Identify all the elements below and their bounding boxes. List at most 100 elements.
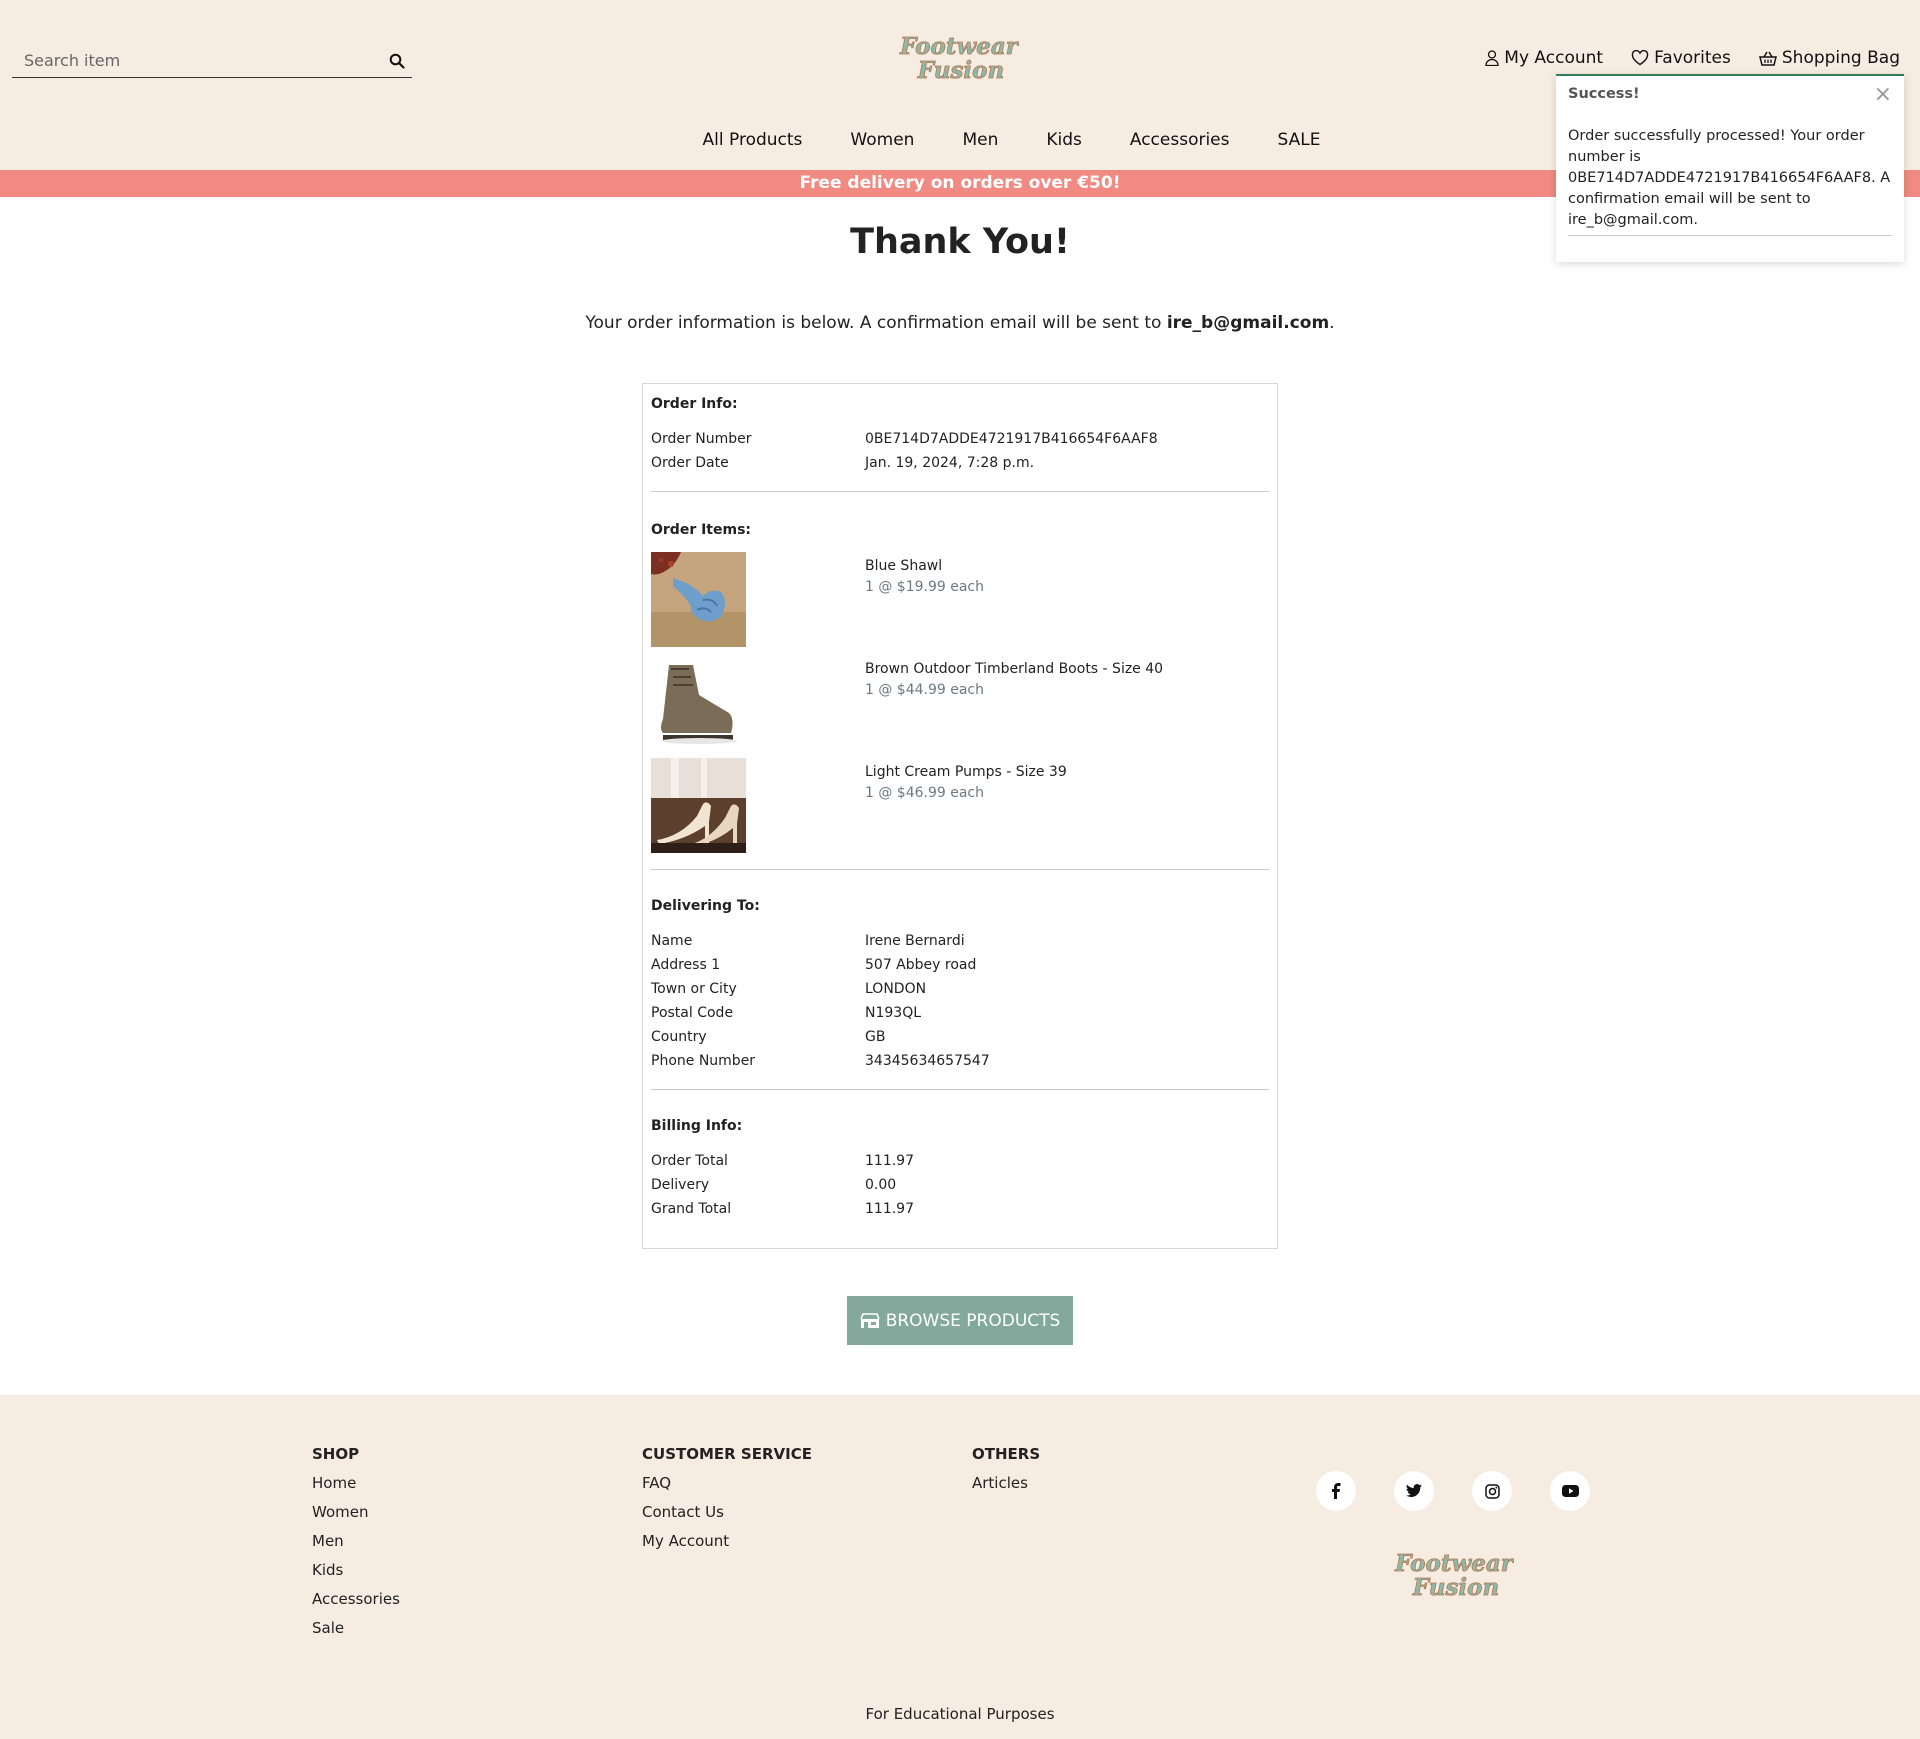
nav-men[interactable]: Men [962, 130, 998, 150]
intro-email: ire_b@gmail.com [1166, 313, 1330, 333]
info-key: Order Date [651, 455, 729, 471]
twitter-icon [1406, 1484, 1422, 1497]
svg-text:Footwear: Footwear [899, 33, 1019, 60]
divider [651, 491, 1269, 492]
footer-link-sale[interactable]: Sale [312, 1619, 400, 1648]
delivery-row: Country GB [651, 1025, 1269, 1049]
footer-link-articles[interactable]: Articles [972, 1474, 1040, 1503]
footer-link-my-account[interactable]: My Account [642, 1532, 812, 1561]
delivery-value: LONDON [865, 981, 927, 997]
divider [651, 1089, 1269, 1090]
footer-logo[interactable]: Footwear Fusion [1394, 1547, 1516, 1602]
product-image-blue-shawl [651, 552, 746, 647]
favorites-label: Favorites [1654, 48, 1731, 68]
billing-value: 111.97 [865, 1153, 914, 1169]
footer-link-women[interactable]: Women [312, 1503, 400, 1532]
delivery-value: 34345634657547 [865, 1053, 990, 1069]
youtube-link[interactable] [1550, 1471, 1590, 1511]
delivery-value: 507 Abbey road [865, 957, 977, 973]
footer-shop-column: SHOP Home Women Men Kids Accessories Sal… [312, 1445, 400, 1648]
billing-key: Grand Total [651, 1201, 732, 1217]
delivery-row: Postal Code N193QL [651, 1001, 1269, 1025]
order-items-title: Order Items: [651, 522, 752, 538]
footer-customer-service-column: CUSTOMER SERVICE FAQ Contact Us My Accou… [642, 1445, 812, 1561]
info-value: Jan. 19, 2024, 7:28 p.m. [865, 455, 1035, 471]
intro-prefix: Your order information is below. A confi… [585, 313, 1167, 333]
footer-link-faq[interactable]: FAQ [642, 1474, 812, 1503]
delivery-key: Postal Code [651, 1005, 734, 1021]
delivery-key: Country [651, 1029, 707, 1045]
search-button[interactable] [382, 46, 412, 76]
product-image-timberland-boots [651, 655, 746, 750]
footer-link-contact-us[interactable]: Contact Us [642, 1503, 812, 1532]
footer-heading: SHOP [312, 1445, 360, 1463]
footer-link-home[interactable]: Home [312, 1474, 400, 1503]
shopping-bag-label: Shopping Bag [1781, 48, 1900, 68]
delivery-key: Address 1 [651, 957, 721, 973]
nav-kids[interactable]: Kids [1046, 130, 1082, 150]
footer-heading: CUSTOMER SERVICE [642, 1445, 812, 1463]
info-value: 0BE714D7ADDE4721917B416654F6AAF8 [865, 431, 1158, 447]
basket-icon [1758, 51, 1777, 66]
toast-divider [1568, 235, 1892, 236]
product-image-cream-pumps [651, 758, 746, 853]
item-price: 1 @ $44.99 each [865, 682, 985, 698]
delivery-row: Phone Number 34345634657547 [651, 1049, 1269, 1073]
delivery-value: GB [865, 1029, 886, 1045]
browse-products-button[interactable]: BROWSE PRODUCTS [847, 1296, 1073, 1345]
billing-value: 0.00 [865, 1177, 897, 1193]
svg-text:Fusion: Fusion [1412, 1574, 1499, 1601]
order-info-title: Order Info: [651, 396, 738, 412]
billing-info-title: Billing Info: [651, 1118, 743, 1134]
close-icon[interactable]: × [1874, 84, 1892, 106]
delivery-key: Name [651, 933, 693, 949]
nav-accessories[interactable]: Accessories [1130, 130, 1230, 150]
checkout-success: Thank You! Your order information is bel… [0, 197, 1920, 1395]
item-name: Brown Outdoor Timberland Boots - Size 40 [865, 661, 1164, 677]
intro-suffix: . [1329, 313, 1335, 333]
success-toast: Success! × Order successfully processed!… [1556, 74, 1904, 262]
delivery-key: Phone Number [651, 1053, 756, 1069]
footer-link-men[interactable]: Men [312, 1532, 400, 1561]
billing-row: Delivery 0.00 [651, 1173, 1269, 1197]
facebook-icon [1332, 1483, 1341, 1499]
toast-message: Order successfully processed! Your order… [1568, 128, 1891, 228]
order-summary: Order Info: Order Number 0BE714D7ADDE4721… [642, 383, 1278, 1249]
account-nav: My Account Favorites Shopping Bag [1485, 48, 1900, 68]
item-name: Light Cream Pumps - Size 39 [865, 764, 1067, 780]
order-item: Blue Shawl 1 @ $19.99 each [651, 552, 1269, 655]
footer-others-column: OTHERS Articles [972, 1445, 1040, 1503]
my-account-link[interactable]: My Account [1485, 48, 1603, 68]
twitter-link[interactable] [1394, 1471, 1434, 1511]
order-item: Brown Outdoor Timberland Boots - Size 40… [651, 655, 1269, 758]
footer-link-kids[interactable]: Kids [312, 1561, 400, 1590]
nav-all-products[interactable]: All Products [703, 130, 803, 150]
info-row: Order Number 0BE714D7ADDE4721917B416654F6… [651, 427, 1269, 451]
delivery-row: Address 1 507 Abbey road [651, 953, 1269, 977]
item-name: Blue Shawl [865, 558, 943, 574]
info-key: Order Number [651, 431, 752, 447]
info-row: Order Date Jan. 19, 2024, 7:28 p.m. [651, 451, 1269, 475]
divider [651, 869, 1269, 870]
search-bar [12, 44, 412, 78]
delivery-value: Irene Bernardi [865, 933, 965, 949]
delivering-to-title: Delivering To: [651, 898, 760, 914]
nav-women[interactable]: Women [850, 130, 914, 150]
footer-link-accessories[interactable]: Accessories [312, 1590, 400, 1619]
order-item: Light Cream Pumps - Size 39 1 @ $46.99 e… [651, 758, 1269, 861]
facebook-link[interactable] [1316, 1471, 1356, 1511]
shopping-bag-link[interactable]: Shopping Bag [1758, 48, 1900, 68]
intro-text: Your order information is below. A confi… [0, 313, 1920, 333]
search-input[interactable] [12, 45, 382, 76]
site-logo[interactable]: Footwear Fusion [899, 30, 1021, 85]
site-footer: SHOP Home Women Men Kids Accessories Sal… [0, 1395, 1920, 1739]
search-icon [389, 53, 405, 69]
item-price: 1 @ $46.99 each [865, 785, 985, 801]
footer-note: For Educational Purposes [865, 1705, 1055, 1723]
instagram-link[interactable] [1472, 1471, 1512, 1511]
billing-row: Order Total 111.97 [651, 1149, 1269, 1173]
delivery-value: N193QL [865, 1005, 922, 1021]
favorites-link[interactable]: Favorites [1631, 48, 1731, 68]
item-price: 1 @ $19.99 each [865, 579, 985, 595]
nav-sale[interactable]: SALE [1278, 130, 1321, 150]
